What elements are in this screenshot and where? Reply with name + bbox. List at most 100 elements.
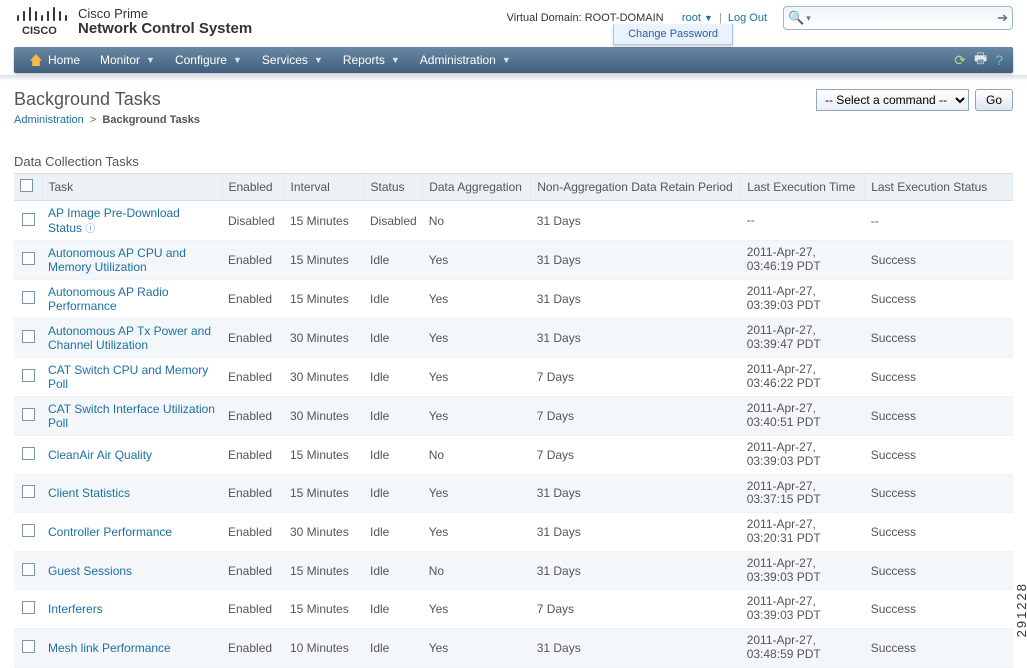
cell-lastexec: 2011-Apr-27,03:46:22 PDT bbox=[741, 358, 865, 397]
search-scope-caret[interactable]: ▾ bbox=[806, 13, 811, 24]
breadcrumb-parent[interactable]: Administration bbox=[14, 114, 84, 126]
cell-agg: Yes bbox=[423, 319, 531, 358]
cell-status: Idle bbox=[364, 358, 423, 397]
cell-agg: Yes bbox=[423, 628, 531, 667]
task-link[interactable]: Controller Performance bbox=[48, 525, 172, 539]
row-checkbox[interactable] bbox=[22, 291, 35, 304]
task-link[interactable]: Autonomous AP Tx Power and Channel Utili… bbox=[48, 324, 211, 352]
task-link[interactable]: CleanAir Air Quality bbox=[48, 448, 152, 462]
search-icon[interactable]: 🔍 bbox=[788, 10, 804, 26]
col-checkbox[interactable] bbox=[14, 174, 42, 201]
cell-enabled: Enabled bbox=[222, 319, 284, 358]
cell-enabled: Enabled bbox=[222, 628, 284, 667]
nav-configure[interactable]: Configure▼ bbox=[165, 47, 252, 73]
task-link[interactable]: Mesh link Performance bbox=[48, 641, 171, 655]
cell-retain: 31 Days bbox=[531, 551, 741, 590]
cell-agg: Yes bbox=[423, 397, 531, 436]
col-laststatus[interactable]: Last Execution Status bbox=[865, 174, 1013, 201]
col-status[interactable]: Status bbox=[364, 174, 423, 201]
table-row: Client StatisticsEnabled15 MinutesIdleYe… bbox=[14, 474, 1013, 513]
row-checkbox[interactable] bbox=[22, 524, 35, 537]
cell-enabled: Disabled bbox=[222, 201, 284, 241]
go-button[interactable]: Go bbox=[975, 89, 1013, 111]
main-nav: Home Monitor▼ Configure▼ Services▼ Repor… bbox=[14, 47, 1013, 73]
table-row: CleanAir Air QualityEnabled15 MinutesIdl… bbox=[14, 436, 1013, 475]
info-icon[interactable]: ⓘ bbox=[85, 224, 95, 235]
task-link[interactable]: CAT Switch Interface Utilization Poll bbox=[48, 402, 215, 430]
search-go-icon[interactable]: ➔ bbox=[997, 10, 1008, 26]
table-row: Guest SessionsEnabled15 MinutesIdleNo31 … bbox=[14, 551, 1013, 590]
row-checkbox[interactable] bbox=[22, 369, 35, 382]
cell-retain: 31 Days bbox=[531, 474, 741, 513]
print-icon[interactable]: 🖶 bbox=[974, 48, 987, 72]
row-checkbox[interactable] bbox=[22, 252, 35, 265]
col-agg[interactable]: Data Aggregation bbox=[423, 174, 531, 201]
cell-lastexec: 2011-Apr-27,03:48:59 PDT bbox=[741, 628, 865, 667]
nav-reports[interactable]: Reports▼ bbox=[333, 47, 410, 73]
cell-laststatus: Success bbox=[865, 513, 1013, 552]
col-enabled[interactable]: Enabled bbox=[222, 174, 284, 201]
task-link[interactable]: Autonomous AP CPU and Memory Utilization bbox=[48, 246, 186, 274]
row-checkbox[interactable] bbox=[22, 447, 35, 460]
task-link[interactable]: AP Image Pre-Download Status bbox=[48, 206, 180, 235]
row-checkbox[interactable] bbox=[22, 485, 35, 498]
search-input[interactable] bbox=[815, 11, 997, 25]
user-menu[interactable]: root ▼ bbox=[682, 12, 713, 24]
task-link[interactable]: CAT Switch CPU and Memory Poll bbox=[48, 363, 208, 391]
cell-lastexec: 2011-Apr-27,03:46:19 PDT bbox=[741, 241, 865, 280]
cell-laststatus: Success bbox=[865, 241, 1013, 280]
command-select[interactable]: -- Select a command -- bbox=[816, 89, 969, 111]
cell-interval: 15 Minutes bbox=[284, 280, 364, 319]
task-link[interactable]: Autonomous AP Radio Performance bbox=[48, 285, 169, 313]
col-retain[interactable]: Non-Aggregation Data Retain Period bbox=[531, 174, 741, 201]
cell-agg: Yes bbox=[423, 590, 531, 629]
cell-agg: Yes bbox=[423, 280, 531, 319]
task-link[interactable]: Interferers bbox=[48, 602, 103, 616]
task-link[interactable]: Client Statistics bbox=[48, 486, 130, 500]
cell-lastexec: 2011-Apr-27,03:40:51 PDT bbox=[741, 397, 865, 436]
cell-enabled: Enabled bbox=[222, 474, 284, 513]
search-box[interactable]: 🔍 ▾ ➔ bbox=[783, 6, 1013, 30]
col-task[interactable]: Task bbox=[42, 174, 222, 201]
nav-administration[interactable]: Administration▼ bbox=[410, 47, 521, 73]
row-checkbox[interactable] bbox=[22, 330, 35, 343]
col-interval[interactable]: Interval bbox=[284, 174, 364, 201]
cell-enabled: Enabled bbox=[222, 590, 284, 629]
table-row: CAT Switch Interface Utilization PollEna… bbox=[14, 397, 1013, 436]
cell-interval: 15 Minutes bbox=[284, 474, 364, 513]
section-title: Data Collection Tasks bbox=[14, 154, 1013, 169]
cell-status: Idle bbox=[364, 474, 423, 513]
cisco-logo: CISCO bbox=[14, 6, 68, 39]
cell-retain: 31 Days bbox=[531, 280, 741, 319]
refresh-icon[interactable]: ⟳ bbox=[954, 52, 966, 69]
cell-interval: 30 Minutes bbox=[284, 319, 364, 358]
row-checkbox[interactable] bbox=[22, 640, 35, 653]
change-password-item[interactable]: Change Password bbox=[613, 24, 733, 45]
cell-laststatus: Success bbox=[865, 280, 1013, 319]
cell-lastexec: 2011-Apr-27,03:39:03 PDT bbox=[741, 280, 865, 319]
logout-link[interactable]: Log Out bbox=[728, 12, 767, 24]
nav-monitor[interactable]: Monitor▼ bbox=[90, 47, 165, 73]
product-title: Cisco Prime Network Control System bbox=[78, 7, 252, 38]
cell-retain: 31 Days bbox=[531, 628, 741, 667]
cell-interval: 15 Minutes bbox=[284, 590, 364, 629]
nav-services[interactable]: Services▼ bbox=[252, 47, 333, 73]
cell-enabled: Enabled bbox=[222, 280, 284, 319]
nav-home[interactable]: Home bbox=[20, 47, 90, 73]
cell-lastexec: 2011-Apr-27,03:39:03 PDT bbox=[741, 436, 865, 475]
cell-status: Idle bbox=[364, 628, 423, 667]
virtual-domain: Virtual Domain: ROOT-DOMAIN bbox=[507, 12, 667, 24]
task-link[interactable]: Guest Sessions bbox=[48, 564, 132, 578]
row-checkbox[interactable] bbox=[22, 408, 35, 421]
cell-lastexec: 2011-Apr-27,03:37:15 PDT bbox=[741, 474, 865, 513]
row-checkbox[interactable] bbox=[22, 213, 35, 226]
cell-enabled: Enabled bbox=[222, 551, 284, 590]
cell-laststatus: Success bbox=[865, 474, 1013, 513]
col-lastexec[interactable]: Last Execution Time bbox=[741, 174, 865, 201]
svg-text:CISCO: CISCO bbox=[22, 25, 57, 36]
cell-status: Idle bbox=[364, 436, 423, 475]
cell-enabled: Enabled bbox=[222, 241, 284, 280]
row-checkbox[interactable] bbox=[22, 563, 35, 576]
help-icon[interactable]: ? bbox=[995, 52, 1003, 68]
row-checkbox[interactable] bbox=[22, 601, 35, 614]
